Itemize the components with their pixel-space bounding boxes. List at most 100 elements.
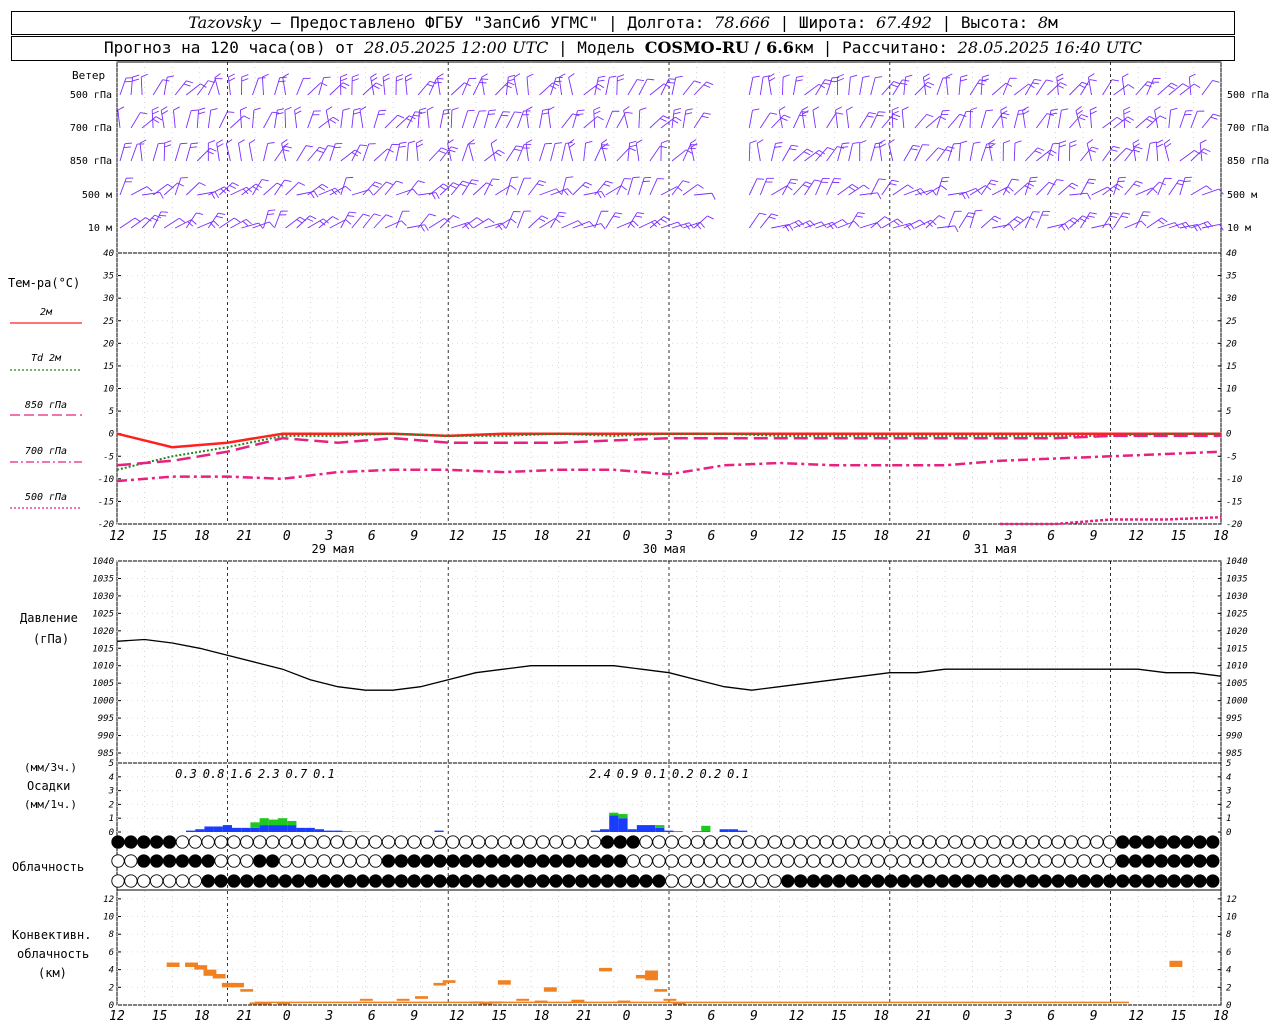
wind-barb-staff — [274, 146, 286, 162]
wind-barb-feather — [878, 111, 886, 113]
wind-barb — [815, 221, 838, 230]
cloud-symbol — [974, 835, 988, 849]
wind-barb-feather — [977, 82, 985, 85]
wind-barb-feather — [1003, 140, 1011, 144]
wind-barb-feather — [173, 106, 180, 111]
wind-barb — [980, 74, 990, 96]
wind-barb-staff — [903, 145, 914, 162]
wind-barb — [859, 192, 882, 200]
wind-barb-staff — [461, 143, 469, 162]
cloud-symbol — [1141, 835, 1156, 849]
wind-barb-staff — [815, 147, 828, 162]
wind-barb-staff — [693, 81, 707, 96]
wind-barb-staff — [572, 181, 586, 196]
pressure-ylabel-right: 1030 — [1226, 592, 1248, 602]
wind-barb-staff — [1002, 178, 1013, 196]
pressure-ylabel-left: 1035 — [92, 574, 114, 584]
wind-barb-feather — [780, 117, 788, 122]
wind-barb-feather — [1123, 110, 1131, 115]
wind-barb-staff — [1002, 216, 1018, 229]
wind-barb-staff — [490, 143, 496, 162]
precip-total-label: 1.6 — [230, 767, 252, 781]
wind-barb — [1168, 107, 1178, 129]
wind-barb-feather — [1158, 219, 1165, 225]
precip-total-label: 0.1 — [727, 767, 749, 781]
wind-barb-feather — [791, 144, 799, 147]
cloud-symbol — [459, 854, 473, 868]
wind-barb-feather — [526, 73, 534, 78]
wind-barb-feather — [399, 141, 407, 144]
wind-barb — [693, 81, 714, 96]
wind-level-label: 500 м — [82, 190, 112, 201]
wind-barb — [1168, 83, 1190, 96]
cloud-symbol — [793, 854, 808, 868]
wind-barb-feather — [214, 191, 220, 199]
wind-barb — [572, 221, 595, 229]
cloud-symbol — [330, 874, 344, 888]
cloud-symbol — [1180, 835, 1194, 849]
wind-barb-feather — [1170, 107, 1178, 111]
wind-barb-feather — [774, 145, 782, 148]
cloud-symbol — [845, 835, 859, 849]
wind-barb-feather — [554, 142, 563, 145]
cloud-symbol — [909, 854, 924, 868]
wind-barb-staff — [848, 212, 859, 229]
cloud-symbol — [188, 835, 202, 849]
cloud-symbol — [575, 854, 589, 868]
wind-barb-staff — [1146, 181, 1160, 196]
wind-barb-feather — [159, 192, 164, 199]
wind-barb-feather — [397, 114, 405, 119]
cloud-symbol — [343, 835, 357, 849]
hour-label-bottom: 6 — [1047, 1009, 1055, 1024]
wind-barb-feather — [982, 74, 990, 78]
wind-barb-feather — [1052, 142, 1060, 145]
wind-barb-staff — [362, 181, 376, 196]
conv-bar — [359, 998, 373, 1001]
cloud-symbol — [961, 835, 975, 849]
wind-barb — [1190, 185, 1213, 196]
wind-title: Ветер — [72, 69, 105, 82]
wind-barb-feather — [487, 113, 496, 115]
wind-barb-feather — [1057, 84, 1064, 89]
cloud-symbol — [755, 835, 769, 849]
wind-barb-feather — [340, 77, 348, 82]
wind-barb — [417, 107, 427, 129]
wind-barb-feather — [208, 140, 216, 144]
wind-barb-staff — [914, 114, 928, 129]
wind-barb-feather — [321, 183, 329, 189]
wind-barb-feather — [973, 141, 981, 144]
wind-barb-feather — [1210, 116, 1218, 120]
wind-barb-staff — [282, 77, 287, 96]
wind-barb-feather — [152, 118, 160, 123]
wind-barb — [572, 181, 592, 196]
wind-barb-feather — [526, 106, 533, 111]
wind-barb-staff — [384, 180, 397, 196]
cloud-symbol — [768, 835, 782, 849]
wind-barb-feather — [802, 184, 810, 188]
wind-barb-feather — [905, 74, 913, 78]
wind-barb-feather — [768, 216, 776, 220]
wind-barb — [771, 185, 793, 196]
pressure-unit: (гПа) — [33, 632, 69, 646]
wind-barb — [351, 74, 359, 96]
cloud-symbol — [536, 874, 550, 888]
temp-legend-label: Td 2м — [31, 353, 62, 364]
temp-ylabel-right: 15 — [1226, 362, 1237, 372]
wind-barb — [756, 139, 764, 162]
cloud-symbol — [613, 854, 627, 868]
precip-bar-rain — [259, 825, 269, 832]
wind-barb-feather — [396, 180, 404, 184]
cloud-symbol — [1090, 835, 1104, 849]
cloud-symbol — [446, 835, 460, 849]
pressure-ylabel-right: 1015 — [1226, 644, 1248, 654]
cloud-symbol — [253, 835, 267, 849]
wind-barb-feather — [313, 191, 319, 198]
cloud-symbol — [729, 854, 743, 868]
wind-barb — [163, 217, 186, 229]
wind-barb-staff — [1188, 77, 1192, 96]
wind-barb-feather — [1029, 180, 1037, 183]
wind-barb — [483, 178, 500, 196]
wind-barb — [1201, 113, 1221, 129]
wind-barb — [605, 212, 623, 229]
wind-barb-staff — [693, 112, 705, 129]
